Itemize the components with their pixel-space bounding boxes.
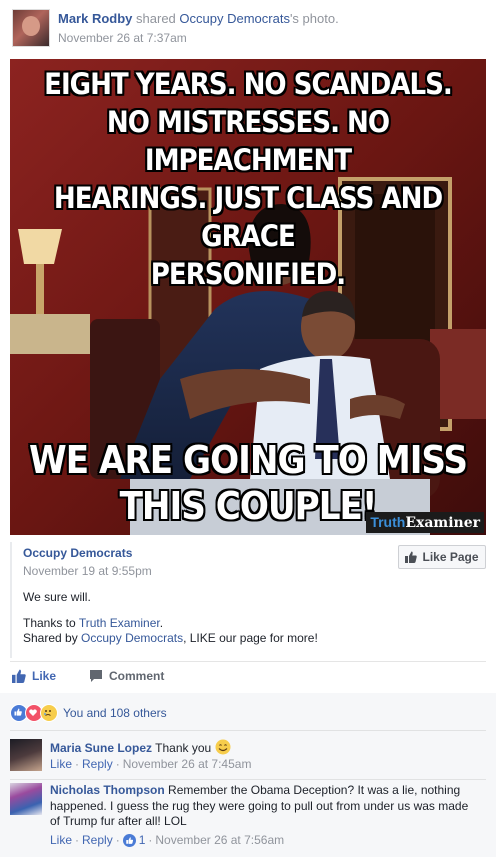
thumbs-up-icon bbox=[12, 669, 26, 683]
commenter-avatar[interactable] bbox=[10, 783, 42, 815]
meme-bottom-line: WE ARE GOING TO MISS bbox=[29, 438, 468, 482]
comment-like-link[interactable]: Like bbox=[50, 833, 72, 847]
like-button-label: Like bbox=[32, 669, 57, 683]
post-action-bar: Like Comment bbox=[10, 661, 486, 693]
comment-meta: Like · Reply · 1 · November 26 at 7:56am bbox=[50, 833, 284, 847]
like-page-button[interactable]: Like Page bbox=[398, 545, 486, 569]
comment-reply-link[interactable]: Reply bbox=[82, 757, 113, 771]
author-name[interactable]: Mark Rodby bbox=[58, 11, 132, 26]
comment-item: Maria Sune Lopez Thank you Like · Reply … bbox=[10, 739, 480, 775]
comment-text: Thank you bbox=[155, 741, 212, 755]
like-button[interactable]: Like bbox=[12, 669, 56, 683]
comment-author[interactable]: Nicholas Thompson bbox=[50, 783, 165, 797]
comment-body: Nicholas Thompson Remember the Obama Dec… bbox=[50, 783, 480, 830]
comment-button-label: Comment bbox=[109, 669, 165, 683]
shared-by-prefix: Shared by bbox=[23, 631, 82, 645]
truth-examiner-link[interactable]: Truth Examiner bbox=[79, 616, 160, 630]
shared-post: Occupy Democrats November 19 at 9:55pm L… bbox=[10, 542, 486, 658]
watermark-part-b: Examiner bbox=[405, 515, 480, 531]
comment-item: Nicholas Thompson Remember the Obama Dec… bbox=[10, 783, 480, 849]
comment-timestamp[interactable]: November 26 at 7:45am bbox=[123, 757, 252, 771]
reaction-count-text[interactable]: You and 108 others bbox=[63, 706, 167, 720]
comment-divider bbox=[10, 779, 486, 780]
sad-reaction-icon bbox=[40, 704, 58, 722]
comment-timestamp[interactable]: November 26 at 7:56am bbox=[155, 833, 284, 847]
feedback-divider bbox=[10, 730, 486, 731]
meta-separator: · bbox=[115, 757, 120, 771]
shared-post-line: We sure will. bbox=[23, 590, 91, 604]
meta-separator: · bbox=[75, 833, 80, 847]
post-header: Mark Rodby shared Occupy Democrats's pho… bbox=[0, 0, 496, 58]
post-timestamp[interactable]: November 26 at 7:37am bbox=[58, 31, 187, 45]
thumbs-up-icon bbox=[405, 551, 418, 563]
source-page-link[interactable]: Occupy Democrats bbox=[179, 11, 290, 26]
comment-author[interactable]: Maria Sune Lopez bbox=[50, 741, 152, 755]
feedback-section: You and 108 others Maria Sune Lopez Than… bbox=[0, 693, 496, 857]
comment-like-count-icon[interactable] bbox=[122, 833, 136, 847]
post-photo[interactable]: EIGHT YEARS. NO SCANDALS. NO MISTRESSES.… bbox=[10, 59, 486, 535]
meme-top-line: HEARINGS. JUST CLASS AND GRACE bbox=[53, 181, 443, 253]
meta-separator: · bbox=[115, 833, 120, 847]
meme-top-line: EIGHT YEARS. NO SCANDALS. bbox=[44, 67, 453, 101]
shared-by-suffix: , LIKE our page for more! bbox=[183, 631, 318, 645]
shared-post-body: We sure will. Thanks to Truth Examiner. … bbox=[23, 590, 318, 647]
comment-button[interactable]: Comment bbox=[89, 669, 164, 683]
reaction-summary[interactable]: You and 108 others bbox=[10, 704, 167, 722]
smile-emoji-icon bbox=[215, 739, 231, 755]
commenter-avatar[interactable] bbox=[10, 739, 42, 771]
meme-top-text: EIGHT YEARS. NO SCANDALS. NO MISTRESSES.… bbox=[10, 65, 486, 293]
watermark-part-a: Truth bbox=[370, 514, 406, 530]
meme-top-line: NO MISTRESSES. NO IMPEACHMENT bbox=[106, 105, 390, 177]
meta-separator: · bbox=[148, 833, 153, 847]
comment-meta: Like · Reply · November 26 at 7:45am bbox=[50, 757, 251, 771]
image-watermark: TruthExaminer bbox=[366, 512, 484, 533]
comment-like-link[interactable]: Like bbox=[50, 757, 72, 771]
shared-verb: shared bbox=[136, 11, 176, 26]
author-avatar[interactable] bbox=[12, 9, 50, 47]
shared-post-timestamp[interactable]: November 19 at 9:55pm bbox=[23, 564, 152, 578]
thanks-suffix: . bbox=[159, 615, 164, 630]
like-page-label: Like Page bbox=[422, 550, 479, 564]
shared-by-link[interactable]: Occupy Democrats bbox=[81, 631, 183, 645]
comment-body: Maria Sune Lopez Thank you bbox=[50, 739, 480, 757]
shared-page-name[interactable]: Occupy Democrats bbox=[23, 546, 132, 560]
thanks-prefix: Thanks to bbox=[23, 615, 79, 630]
meme-top-line: PERSONIFIED. bbox=[150, 257, 346, 291]
post-header-line: Mark Rodby shared Occupy Democrats's pho… bbox=[58, 11, 339, 26]
comment-bubble-icon bbox=[90, 670, 102, 682]
comment-reply-link[interactable]: Reply bbox=[82, 833, 113, 847]
comment-like-count[interactable]: 1 bbox=[139, 833, 146, 847]
photo-possessive[interactable]: 's photo. bbox=[290, 11, 339, 26]
meta-separator: · bbox=[75, 757, 80, 771]
